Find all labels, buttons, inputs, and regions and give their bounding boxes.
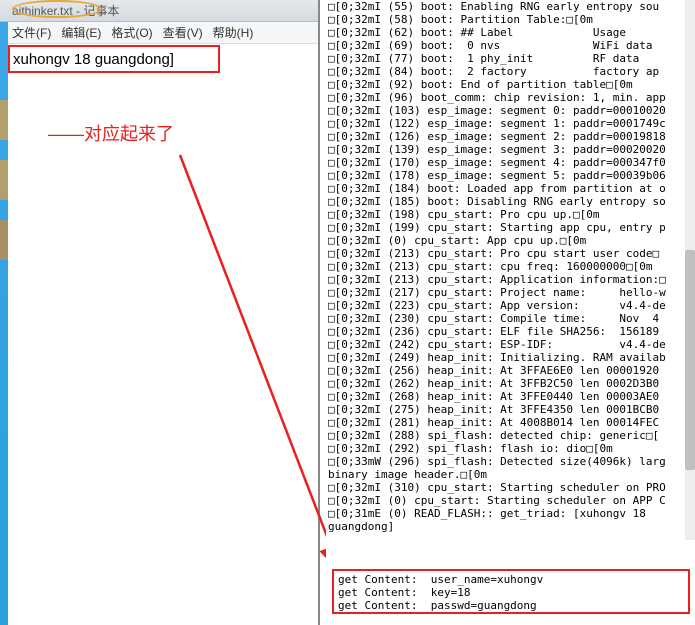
menu-file[interactable]: 文件(F) [12,24,51,41]
console-panel: □[0;32mI (55) boot: Enabling RNG early e… [326,0,695,625]
menu-format[interactable]: 格式(O) [111,24,152,41]
result-line2: get Content: key=18 [338,586,470,599]
scrollbar-thumb[interactable] [685,250,695,470]
content-highlight-box: xuhongv 18 guangdong] [8,45,220,73]
task-icon [0,160,8,200]
task-icon [0,220,8,260]
menu-edit[interactable]: 编辑(E) [61,24,101,41]
result-highlight-box: get Content: user_name=xuhongv get Conte… [332,569,690,614]
menu-view[interactable]: 查看(V) [163,24,203,41]
notepad-titlebar[interactable]: aithinker.txt - 记事本 [0,0,318,22]
menu-help[interactable]: 帮助(H) [213,24,254,41]
notepad-content[interactable]: xuhongv 18 guangdong] [13,51,174,68]
result-line1: get Content: user_name=xuhongv [338,573,543,586]
console-output[interactable]: □[0;32mI (55) boot: Enabling RNG early e… [326,0,695,533]
notepad-menubar: 文件(F) 编辑(E) 格式(O) 查看(V) 帮助(H) [0,22,318,44]
notepad-title: aithinker.txt - 记事本 [12,2,119,19]
task-icon [0,100,8,140]
result-line3: get Content: passwd=guangdong [338,599,537,612]
scrollbar-track[interactable] [685,0,695,540]
taskbar-strip [0,0,8,625]
annotation-text: ——对应起来了 [48,120,174,146]
notepad-window: aithinker.txt - 记事本 文件(F) 编辑(E) 格式(O) 查看… [0,0,320,625]
